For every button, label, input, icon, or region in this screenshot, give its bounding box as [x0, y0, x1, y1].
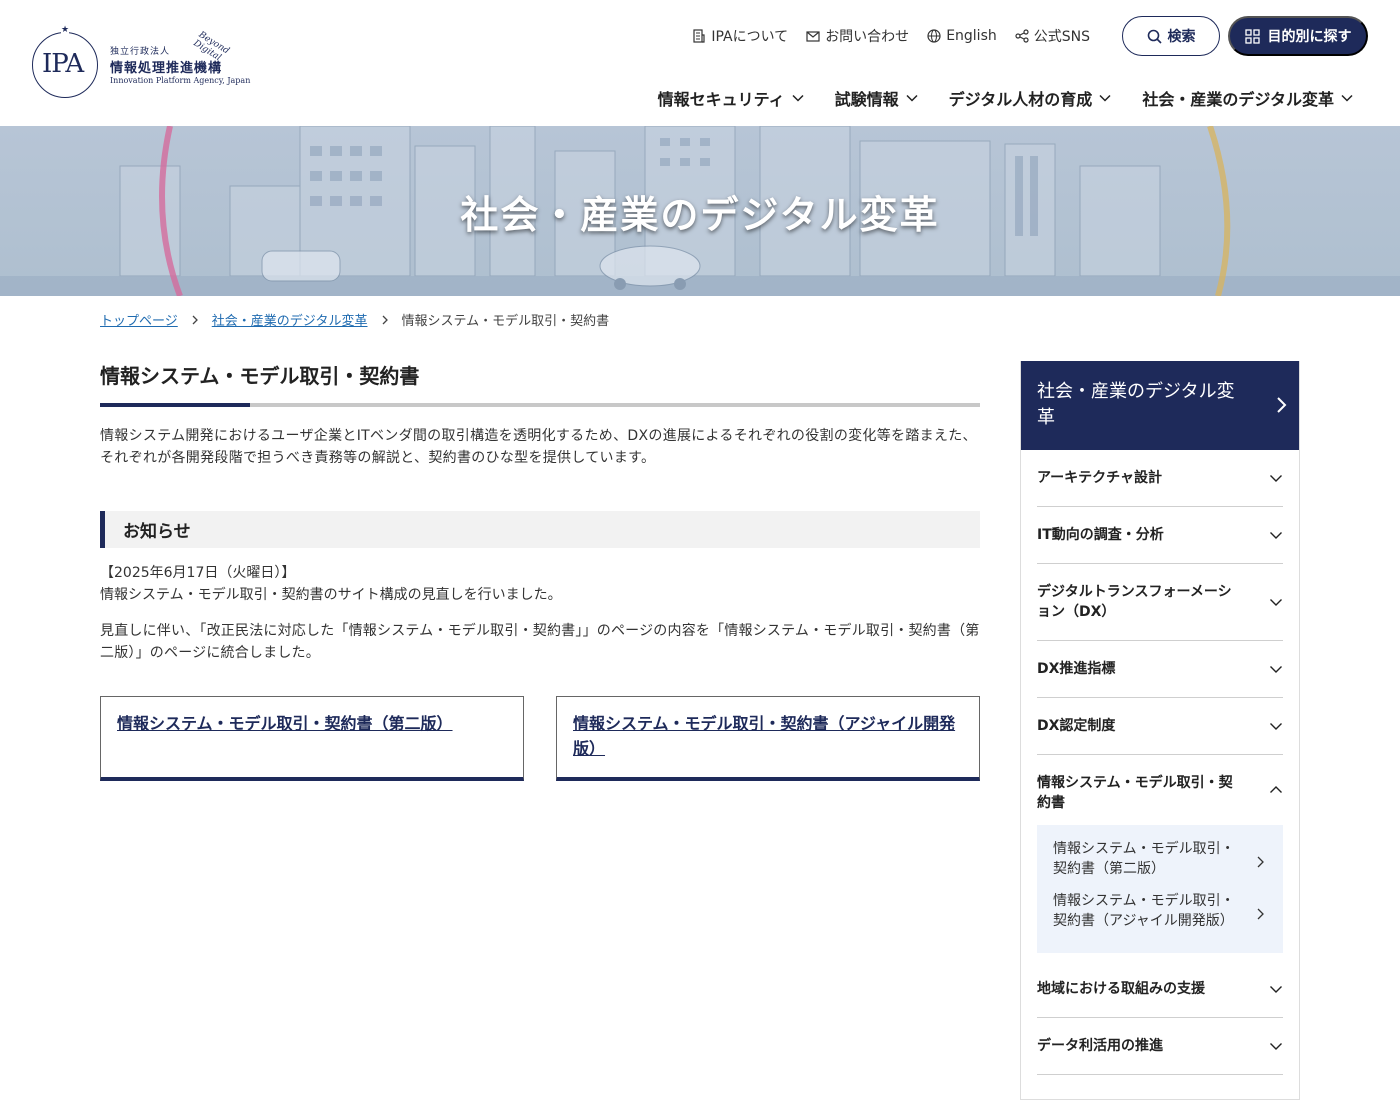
purpose-search-button[interactable]: 目的別に探す [1228, 16, 1368, 56]
chevron-down-icon [1270, 666, 1282, 673]
chevron-down-icon [792, 94, 804, 102]
site-header: ★ IPA 独立行政法人 情報処理推進機構 Innovation Platfor… [0, 0, 1400, 126]
main-nav-dx-label: 社会・産業のデジタル変革 [1142, 90, 1334, 109]
link-card-second-edition[interactable]: 情報システム・モデル取引・契約書（第二版） [100, 696, 524, 781]
sidebar-item-label: IT動向の調査・分析 [1037, 527, 1164, 543]
sidebar-item-label: データ利活用の推進 [1037, 1038, 1163, 1054]
util-link-sns-label: 公式SNS [1033, 29, 1090, 45]
link-second-edition[interactable]: 情報システム・モデル取引・契約書（第二版） [117, 714, 453, 733]
chevron-right-icon [192, 315, 198, 324]
main-nav: 情報セキュリティ 試験情報 デジタル人材の育成 社会・産業のデジタル変革 [658, 86, 1354, 110]
main-nav-security[interactable]: 情報セキュリティ [658, 86, 805, 110]
sidebar-item-architecture[interactable]: アーキテクチャ設計 [1037, 450, 1283, 507]
chevron-right-icon [382, 315, 388, 324]
sidebar-item-dx-index[interactable]: DX推進指標 [1037, 641, 1283, 698]
breadcrumb: トップページ 社会・産業のデジタル変革 情報システム・モデル取引・契約書 [100, 310, 609, 329]
sidebar-item-label: 情報システム・モデル取引・契約書 [1037, 775, 1233, 811]
util-link-contact[interactable]: お問い合わせ [806, 26, 909, 46]
chevron-down-icon [1270, 986, 1282, 993]
chevron-down-icon [1270, 475, 1282, 482]
chevron-right-icon [1257, 908, 1264, 920]
building-icon [693, 29, 705, 43]
logo-mark-text: IPA [42, 49, 84, 79]
search-icon [1147, 29, 1162, 44]
sidebar-item-label: 地域における取組みの支援 [1037, 981, 1205, 997]
search-button[interactable]: 検索 [1122, 16, 1220, 56]
link-cards: 情報システム・モデル取引・契約書（第二版） 情報システム・モデル取引・契約書（ア… [100, 696, 980, 781]
breadcrumb-current: 情報システム・モデル取引・契約書 [401, 314, 610, 329]
breadcrumb-home[interactable]: トップページ [100, 310, 178, 329]
sidebar-subitem-agile-edition[interactable]: 情報システム・モデル取引・契約書（アジャイル開発版） [1053, 889, 1267, 941]
notice-text-1: 情報システム・モデル取引・契約書のサイト構成の見直しを行いました。 [100, 587, 562, 603]
link-agile-edition[interactable]: 情報システム・モデル取引・契約書（アジャイル開発版） [573, 714, 955, 758]
breadcrumb-dx[interactable]: 社会・産業のデジタル変革 [212, 310, 368, 329]
share-icon [1015, 29, 1029, 43]
chevron-right-icon [1277, 397, 1287, 413]
chevron-down-icon [1341, 94, 1353, 102]
main-nav-talent-label: デジタル人材の育成 [948, 90, 1093, 109]
util-link-english-label: English [946, 28, 997, 44]
chevron-down-icon [906, 94, 918, 102]
chevron-down-icon [1270, 723, 1282, 730]
mail-icon [806, 31, 820, 42]
sidebar-list: アーキテクチャ設計 IT動向の調査・分析 デジタルトランスフォーメーション（DX… [1021, 450, 1299, 1075]
util-link-contact-label: お問い合わせ [825, 29, 910, 45]
main-content: 情報システム・モデル取引・契約書 情報システム開発におけるユーザ企業とITベンダ… [100, 360, 980, 781]
sidebar-item-label: アーキテクチャ設計 [1037, 470, 1163, 486]
util-link-english[interactable]: English [927, 28, 997, 44]
sidebar-item-model-contract[interactable]: 情報システム・モデル取引・契約書 [1037, 755, 1283, 825]
chevron-down-icon [1099, 94, 1111, 102]
sidebar-heading[interactable]: 社会・産業のデジタル変革 [1021, 361, 1299, 450]
lead-text: 情報システム開発におけるユーザ企業とITベンダ間の取引構造を透明化するため、DX… [100, 428, 977, 466]
sidebar-subitem-second-edition[interactable]: 情報システム・モデル取引・契約書（第二版） [1053, 837, 1267, 889]
sidebar-item-regional[interactable]: 地域における取組みの支援 [1037, 961, 1283, 1018]
chevron-down-icon [1270, 1043, 1282, 1050]
sidebar-heading-label: 社会・産業のデジタル変革 [1037, 381, 1235, 428]
sidebar-item-label: DX推進指標 [1037, 661, 1116, 677]
hero-title: 社会・産業のデジタル変革 [460, 193, 940, 237]
sidebar-item-data-utilization[interactable]: データ利活用の推進 [1037, 1018, 1283, 1075]
notice-text-2: 見直しに伴い、「改正民法に対応した「情報システム・モデル取引・契約書」」のページ… [100, 623, 980, 661]
page-title: 情報システム・モデル取引・契約書 [100, 360, 980, 407]
sidebar: 社会・産業のデジタル変革 アーキテクチャ設計 IT動向の調査・分析 デジタルトラ… [1020, 361, 1300, 1100]
sidebar-subitem-label: 情報システム・モデル取引・契約書（アジャイル開発版） [1053, 893, 1235, 929]
link-card-agile-edition[interactable]: 情報システム・モデル取引・契約書（アジャイル開発版） [556, 696, 980, 781]
star-icon: ★ [61, 24, 70, 36]
sidebar-item-label: デジタルトランスフォーメーション（DX） [1037, 584, 1232, 620]
chevron-down-icon [1270, 599, 1282, 606]
util-link-about-label: IPAについて [711, 29, 789, 45]
main-nav-security-label: 情報セキュリティ [657, 90, 785, 109]
notice-heading: お知らせ [100, 511, 980, 548]
main-nav-exam[interactable]: 試験情報 [835, 86, 919, 110]
logo-org-type: 独立行政法人 [110, 47, 171, 57]
sidebar-item-label: DX認定制度 [1037, 718, 1116, 734]
main-nav-dx[interactable]: 社会・産業のデジタル変革 [1142, 86, 1354, 110]
grid-icon [1244, 28, 1260, 44]
util-link-about[interactable]: IPAについて [692, 26, 788, 46]
logo-mark: ★ IPA [32, 24, 98, 98]
main-nav-exam-label: 試験情報 [834, 90, 899, 109]
util-link-sns[interactable]: 公式SNS [1015, 26, 1090, 46]
ipa-logo[interactable]: ★ IPA 独立行政法人 情報処理推進機構 Innovation Platfor… [32, 24, 262, 104]
search-button-label: 検索 [1167, 28, 1196, 44]
sidebar-submenu: 情報システム・モデル取引・契約書（第二版） 情報システム・モデル取引・契約書（ア… [1037, 825, 1283, 953]
sidebar-item-it-trends[interactable]: IT動向の調査・分析 [1037, 507, 1283, 564]
sidebar-item-dx-certification[interactable]: DX認定制度 [1037, 698, 1283, 755]
logo-org-name: 情報処理推進機構 [110, 61, 223, 76]
main-nav-talent[interactable]: デジタル人材の育成 [949, 86, 1113, 110]
sidebar-item-dx[interactable]: デジタルトランスフォーメーション（DX） [1037, 564, 1283, 641]
chevron-up-icon [1270, 786, 1282, 793]
notice-date: 【2025年6月17日（火曜日）】 [100, 565, 296, 581]
sidebar-subitem-label: 情報システム・モデル取引・契約書（第二版） [1053, 841, 1235, 877]
utility-nav: IPAについて お問い合わせ English 公式SNS [692, 26, 1090, 46]
chevron-down-icon [1270, 532, 1282, 539]
logo-english-name: Innovation Platform Agency, Japan [110, 76, 251, 85]
purpose-search-label: 目的別に探す [1267, 28, 1352, 44]
hero-banner: 社会・産業のデジタル変革 [0, 126, 1400, 296]
chevron-right-icon [1257, 856, 1264, 868]
globe-icon [927, 29, 941, 43]
